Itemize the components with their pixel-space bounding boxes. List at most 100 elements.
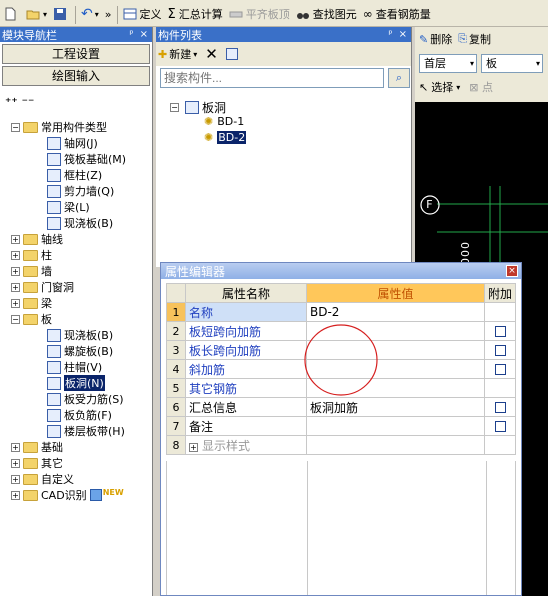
expand-all-icon[interactable]: ⁺⁺ [5,95,18,109]
close-icon[interactable]: × [399,29,407,40]
pin-icon[interactable]: ᵖ [388,29,392,40]
expand-icon[interactable]: + [11,474,20,484]
tree-leaf-label: 柱帽(V) [64,361,103,374]
cast-slab-icon [47,216,61,230]
tree-node-common[interactable]: − 常用构件类型 [0,119,152,135]
property-value-input[interactable]: 板洞加筋 [306,397,485,417]
property-row[interactable]: 1 名称 BD-2 [166,302,517,322]
expand-icon[interactable]: + [11,234,20,244]
delete-icon[interactable]: ✕ [205,45,218,63]
folder-icon [23,457,38,469]
close-icon[interactable]: × [140,29,148,40]
tree-leaf-label: 螺旋板(B) [64,345,114,358]
find-element-button[interactable]: 查找图元 [293,3,360,25]
collapse-icon[interactable]: − [170,103,179,112]
pin-icon[interactable]: ᵖ [129,29,133,40]
search-button[interactable]: ⌕ [388,68,410,88]
tree-node-label: 轴线 [41,233,63,246]
collapse-icon[interactable]: − [11,314,20,324]
tree-node-cad[interactable]: + CAD识别 NEW [0,487,152,503]
dropdown-arrow-icon[interactable]: ▾ [43,10,47,19]
define-button[interactable]: 定义 [120,3,165,25]
property-row[interactable]: 7 备注 [166,416,517,436]
tree-node-column[interactable]: + 柱 [0,247,152,263]
close-button[interactable]: × [506,265,518,277]
tree-leaf[interactable]: 现浇板(B) [0,327,152,343]
rebar-view-icon: ∞ [362,7,373,21]
tree-leaf[interactable]: 螺旋板(B) [0,343,152,359]
tree-leaf[interactable]: 筏板基础(M) [0,151,152,167]
select-button[interactable]: 选择 [431,79,453,95]
tree-node-door-window[interactable]: + 门窗洞 [0,279,152,295]
floor-select[interactable]: 首层 ▾ [419,53,477,73]
tree-leaf[interactable]: 楼层板带(H) [0,423,152,439]
tree-node-custom[interactable]: + 自定义 [0,471,152,487]
expand-icon[interactable]: + [11,490,20,500]
tree-leaf[interactable]: 剪力墙(Q) [0,183,152,199]
component-item[interactable]: ✺ BD-1 [204,115,244,128]
property-row[interactable]: 6 汇总信息 板洞加筋 [166,397,517,417]
binoculars-icon [296,13,309,19]
component-tree-root[interactable]: − 板洞 [170,99,226,116]
save-button[interactable] [50,3,73,25]
dropdown-arrow-icon[interactable]: ▾ [456,83,460,92]
tree-node-wall[interactable]: + 墙 [0,263,152,279]
tree-node-foundation[interactable]: + 基础 [0,439,152,455]
expand-icon[interactable]: + [11,250,20,260]
tree-leaf[interactable]: 柱帽(V) [0,359,152,375]
add-checkbox[interactable] [494,402,506,413]
column-cap-icon [47,360,61,374]
property-value-input[interactable] [306,416,485,436]
add-checkbox[interactable] [494,421,506,432]
component-search-input[interactable] [160,68,384,88]
tree-leaf[interactable]: 板负筋(F) [0,407,152,423]
new-star-icon: ✚ [158,47,168,61]
expand-icon[interactable]: + [11,442,20,452]
delete-button[interactable]: ✎ 删除 [419,31,452,47]
tree-leaf-selected[interactable]: 板洞(N) [0,375,152,391]
tree-node-slab[interactable]: − 板 [0,311,152,327]
new-component-button[interactable]: 新建 [169,46,191,62]
dropdown-arrow-icon[interactable]: ▾ [193,50,197,59]
component-item-selected[interactable]: ✺ BD-2 [204,131,247,144]
tree-leaf[interactable]: 框柱(Z) [0,167,152,183]
property-row[interactable]: 8 + 显示样式 [166,435,517,455]
toolbar-overflow-button[interactable]: » [102,3,115,25]
expand-icon[interactable]: + [11,458,20,468]
point-tool-icon[interactable]: ⊠ 点 [469,79,493,95]
collapse-icon[interactable]: − [11,122,20,132]
property-value-input[interactable]: BD-2 [306,302,485,322]
tree-node-axis[interactable]: + 轴线 [0,231,152,247]
project-settings-button[interactable]: 工程设置 [2,44,150,64]
tree-leaf[interactable]: 轴网(J) [0,135,152,151]
undo-button[interactable]: ↶ ▾ [78,3,102,25]
add-checkbox[interactable] [494,326,506,337]
expand-icon[interactable]: + [11,298,20,308]
copy-icon[interactable] [225,48,238,60]
summary-calc-button[interactable]: Σ 汇总计算 [165,3,226,25]
gear-icon: ✺ [204,115,214,128]
expand-icon[interactable]: + [189,442,198,452]
tree-leaf[interactable]: 梁(L) [0,199,152,215]
tree-leaf[interactable]: 板受力筋(S) [0,391,152,407]
tree-node-beam[interactable]: + 梁 [0,295,152,311]
expand-icon[interactable]: + [11,266,20,276]
dropdown-arrow-icon[interactable]: ▾ [95,10,99,19]
align-slab-top-button[interactable]: 平齐板顶 [226,3,293,25]
copy-button[interactable]: ⎘ 复制 [458,31,491,47]
type-select[interactable]: 板 ▾ [481,53,543,73]
drawing-input-button[interactable]: 绘图输入 [2,66,150,86]
main-toolbar: ▾ ↶ ▾ » 定义 Σ 汇总计算 平齐板顶 查找图元 ∞ 查看钢筋量 [0,0,548,27]
collapse-all-icon[interactable]: ⁻⁻ [22,95,35,109]
add-checkbox[interactable] [494,364,506,375]
view-rebar-button[interactable]: ∞ 查看钢筋量 [360,3,434,25]
add-checkbox[interactable] [494,345,506,356]
component-type-tree: − 常用构件类型 轴网(J) 筏板基础(M) 框柱(Z) 剪力墙(Q) 梁(L)… [0,119,152,503]
property-group-display-style[interactable]: + 显示样式 [185,435,307,455]
delete-label: 删除 [430,33,453,46]
expand-icon[interactable]: + [11,282,20,292]
open-file-button[interactable]: ▾ [23,3,50,25]
tree-leaf[interactable]: 现浇板(B) [0,215,152,231]
tree-node-other[interactable]: + 其它 [0,455,152,471]
new-file-button[interactable] [0,3,23,25]
